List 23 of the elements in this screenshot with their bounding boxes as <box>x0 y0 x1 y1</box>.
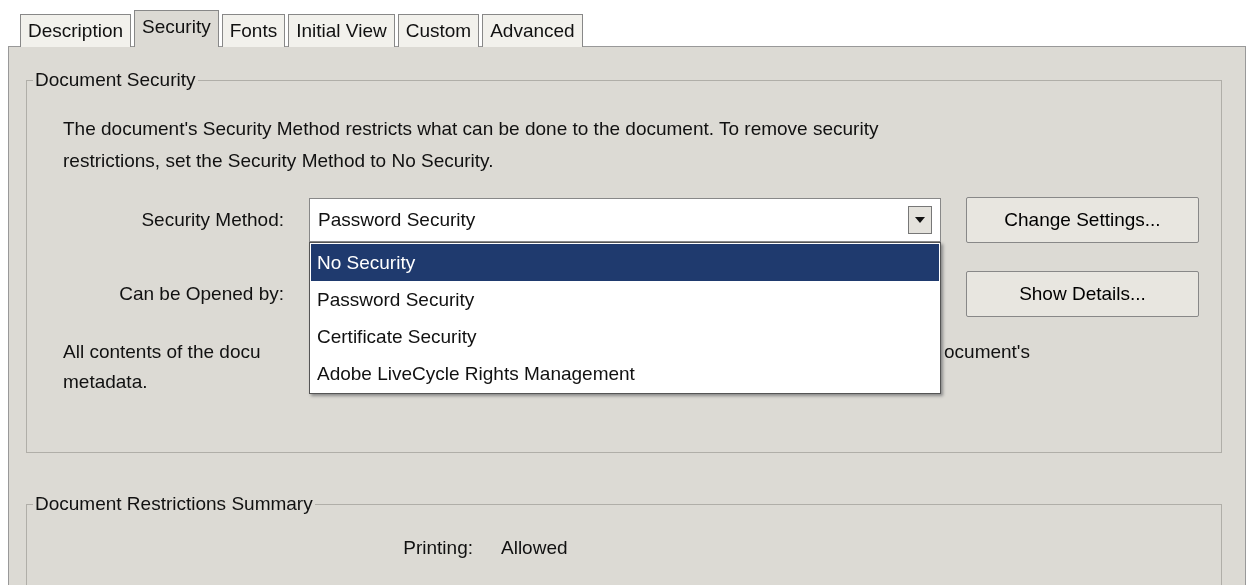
summary-label: Printing: <box>402 537 473 559</box>
note-text: metadata. <box>63 371 148 392</box>
tab[interactable]: Description <box>20 14 132 47</box>
tab[interactable]: Initial View <box>288 14 395 47</box>
security-method-dropdown[interactable]: Password Security <box>309 198 941 242</box>
change-settings-button[interactable]: Change Settings... <box>966 197 1199 243</box>
tab[interactable]: Security <box>134 10 219 47</box>
dropdown-option[interactable]: Adobe LiveCycle Rights Management <box>311 355 939 392</box>
dropdown-option[interactable]: Certificate Security <box>311 318 939 355</box>
tab[interactable]: Custom <box>397 14 480 47</box>
field-label: Can be Opened by: <box>118 283 284 305</box>
tab[interactable]: Advanced <box>482 14 583 47</box>
summary-value: Allowed <box>501 537 569 559</box>
dropdown-option[interactable]: Password Security <box>311 281 939 318</box>
dropdown-option[interactable]: No Security <box>311 244 939 281</box>
description-text: The document's Security Method restricts what can be done to the document. To remove security restrictions, set the Security Method to No Security. <box>63 117 880 173</box>
note-text: All contents of the docu <box>63 341 262 363</box>
group-title: Document Security <box>34 69 197 91</box>
group-title: Document Restrictions Summary <box>34 493 314 515</box>
show-details-button[interactable]: Show Details... <box>966 271 1199 317</box>
note-text: ocument's <box>944 341 1031 363</box>
tab[interactable]: Fonts <box>221 14 286 47</box>
field-label: Security Method: <box>140 209 284 231</box>
